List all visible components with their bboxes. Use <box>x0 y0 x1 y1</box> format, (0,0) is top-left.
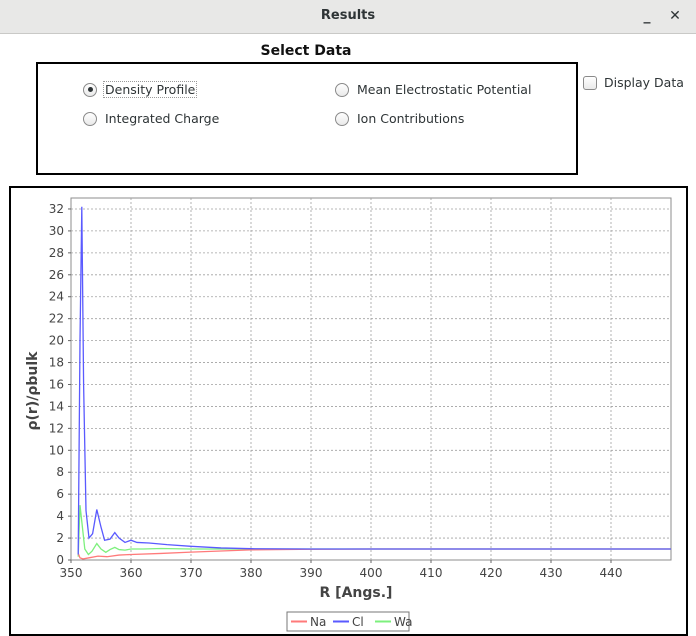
y-tick-label: 24 <box>49 290 64 304</box>
window-title: Results <box>320 8 376 23</box>
y-tick-label: 32 <box>49 202 64 216</box>
x-tick-label: 410 <box>420 566 443 580</box>
radio-label: Ion Contributions <box>357 111 465 126</box>
x-tick-label: 420 <box>480 566 503 580</box>
y-tick-label: 28 <box>49 246 64 260</box>
radio-mean-electrostatic-potential[interactable]: Mean Electrostatic Potential <box>335 82 532 97</box>
x-tick-label: 360 <box>120 566 143 580</box>
radio-unselected-icon <box>335 82 349 97</box>
legend-label-na: Na <box>310 615 326 629</box>
y-tick-label: 4 <box>56 509 64 523</box>
y-tick-label: 10 <box>49 443 64 457</box>
x-tick-label: 350 <box>60 566 83 580</box>
y-tick-label: 8 <box>56 465 64 479</box>
radio-label: Mean Electrostatic Potential <box>357 82 532 97</box>
select-data-title: Select Data <box>260 43 352 59</box>
select-data-panel: Density Profile Mean Electrostatic Poten… <box>36 62 578 175</box>
display-data-label: Display Data <box>604 75 684 90</box>
legend-label-cl: Cl <box>352 615 364 629</box>
x-tick-label: 390 <box>300 566 323 580</box>
y-tick-label: 22 <box>49 312 64 326</box>
x-tick-label: 440 <box>600 566 623 580</box>
y-tick-label: 20 <box>49 334 64 348</box>
close-icon[interactable]: ✕ <box>664 6 686 26</box>
x-axis-label: R [Angs.] <box>320 585 393 601</box>
y-axis-label: ρ(r)/ρbulk <box>25 351 41 431</box>
radio-ion-contributions[interactable]: Ion Contributions <box>335 111 465 126</box>
x-tick-label: 400 <box>360 566 383 580</box>
y-tick-label: 26 <box>49 268 64 282</box>
legend-label-wa: Wa <box>394 615 412 629</box>
radio-selected-icon <box>83 82 97 97</box>
y-tick-label: 16 <box>49 377 64 391</box>
y-tick-label: 12 <box>49 421 64 435</box>
radio-density-profile[interactable]: Density Profile <box>83 81 198 98</box>
x-tick-label: 370 <box>180 566 203 580</box>
radio-integrated-charge[interactable]: Integrated Charge <box>83 111 220 126</box>
y-tick-label: 2 <box>56 531 64 545</box>
display-data-checkbox[interactable]: Display Data <box>583 75 684 90</box>
radio-label: Integrated Charge <box>105 111 220 126</box>
y-tick-label: 0 <box>56 553 64 567</box>
radio-label: Density Profile <box>102 81 198 98</box>
radio-unselected-icon <box>335 111 349 126</box>
plot-panel: 350 360 370 380 390 400 410 420 430 440 0 2 4 6 8 10 12 1… <box>9 186 688 636</box>
y-tick-label: 18 <box>49 356 64 370</box>
radio-unselected-icon <box>83 111 97 126</box>
checkbox-unchecked-icon <box>583 75 597 90</box>
title-bar: Results _ ✕ <box>0 0 696 34</box>
y-tick-label: 6 <box>56 487 64 501</box>
density-profile-chart: 350 360 370 380 390 400 410 420 430 4400246810121… <box>25 197 672 632</box>
y-tick-label: 30 <box>49 224 64 238</box>
y-tick-label: 14 <box>49 399 64 413</box>
x-tick-label: 430 <box>540 566 563 580</box>
minimize-icon[interactable]: _ <box>636 6 658 26</box>
x-tick-label: 380 <box>240 566 263 580</box>
